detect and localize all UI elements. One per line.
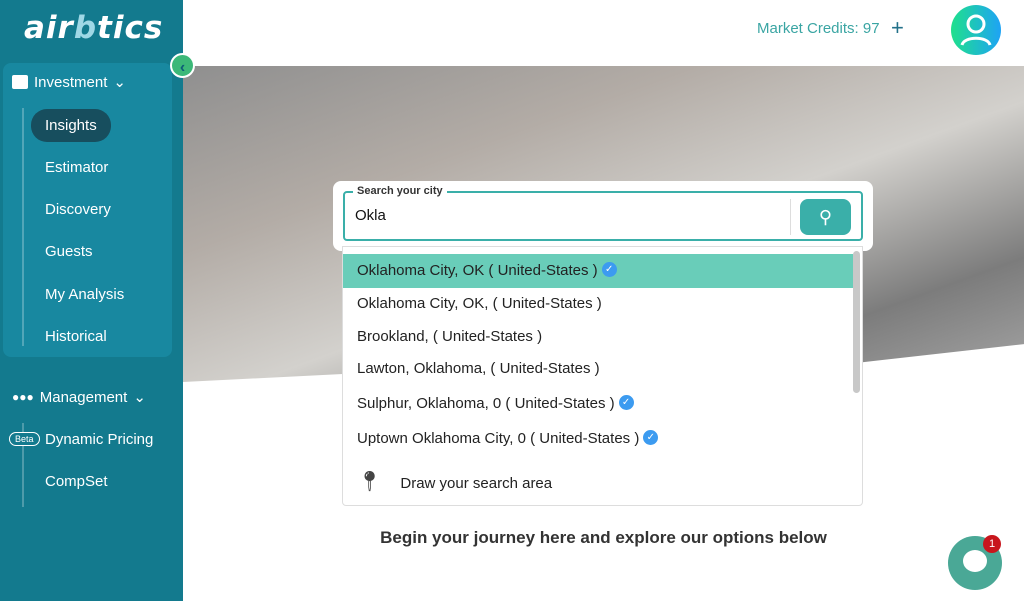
user-icon	[960, 14, 992, 46]
wallet-icon	[12, 75, 28, 89]
chat-icon	[963, 550, 987, 572]
sidebar-item-my-analysis[interactable]: My Analysis	[45, 286, 124, 303]
collapse-sidebar-button[interactable]: ‹	[170, 53, 195, 78]
sidebar-item-guests[interactable]: Guests	[45, 243, 93, 260]
add-credits-button[interactable]: +	[891, 15, 904, 41]
sidebar-item-compset[interactable]: CompSet	[45, 473, 108, 490]
users-icon: ●●●	[12, 390, 34, 404]
sidebar: airbtics Investment ⌄ Insights Estimator…	[0, 0, 183, 601]
sidebar-item-insights[interactable]: Insights	[31, 109, 111, 142]
sidebar-item-estimator[interactable]: Estimator	[45, 159, 108, 176]
tagline: Begin your journey here and explore our …	[380, 528, 827, 547]
market-credits: Market Credits: 97	[757, 20, 880, 37]
sidebar-item-historical[interactable]: Historical	[45, 328, 107, 345]
search-card: Search your city ⚲	[333, 181, 873, 251]
scrollbar[interactable]	[853, 251, 860, 393]
suggestion-item[interactable]: Oklahoma City, OK, ( United-States )	[343, 287, 853, 321]
search-icon: ⚲	[818, 207, 833, 227]
suggestion-item[interactable]: Oklahoma City, OK ( United-States ) ✓	[343, 254, 853, 288]
draw-search-area[interactable]: 📍︎ Draw your search area	[343, 465, 853, 499]
city-suggestions: Oklahoma City, OK ( United-States ) ✓ Okl…	[342, 246, 863, 506]
user-avatar[interactable]	[951, 5, 1001, 55]
investment-section-toggle[interactable]: Investment ⌄	[12, 73, 126, 91]
map-pin-icon: 📍︎	[357, 471, 383, 493]
divider	[22, 108, 24, 346]
search-button[interactable]: ⚲	[800, 199, 851, 235]
chevron-down-icon: ⌄	[113, 74, 126, 91]
suggestion-item[interactable]: Lawton, Oklahoma, ( United-States )	[343, 352, 853, 386]
chat-notification-badge: 1	[983, 535, 1001, 553]
management-section-toggle[interactable]: ●●● Management ⌄	[12, 388, 146, 407]
divider	[790, 199, 791, 235]
verified-icon: ✓	[618, 395, 634, 410]
suggestion-item[interactable]: Uptown Oklahoma City, 0 ( United-States …	[343, 422, 853, 456]
search-label: Search your city	[353, 185, 447, 197]
logo[interactable]: airbtics	[24, 10, 163, 46]
verified-icon: ✓	[601, 262, 617, 277]
city-search-field: Search your city ⚲	[343, 185, 863, 241]
sidebar-item-discovery[interactable]: Discovery	[45, 201, 111, 218]
city-search-input[interactable]	[355, 207, 775, 224]
suggestion-item[interactable]: Sulphur, Oklahoma, 0 ( United-States ) ✓	[343, 387, 853, 421]
sidebar-item-dynamic-pricing[interactable]: Dynamic Pricing	[45, 431, 153, 448]
verified-icon: ✓	[643, 430, 659, 445]
chevron-down-icon: ⌄	[133, 389, 146, 406]
beta-badge: Beta	[9, 432, 40, 446]
suggestion-item[interactable]: Brookland, ( United-States )	[343, 320, 853, 354]
